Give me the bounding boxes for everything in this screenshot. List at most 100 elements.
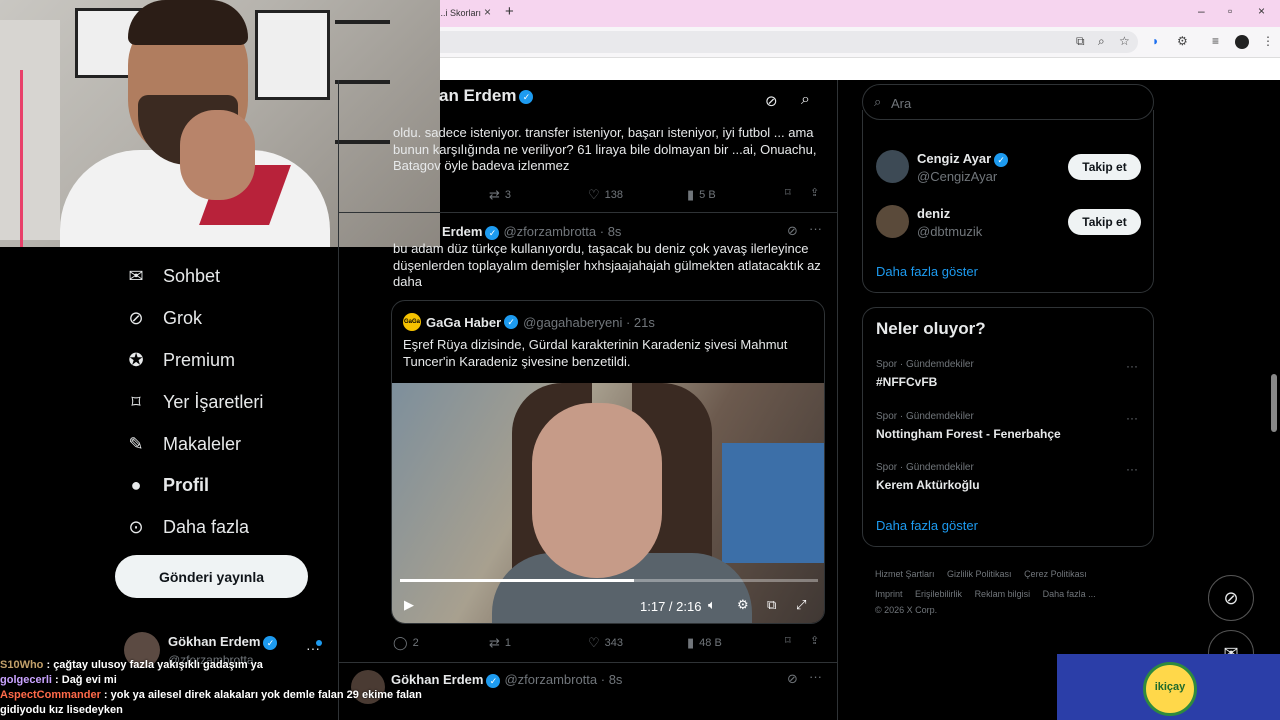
tweet-author[interactable]: Erdem — [442, 224, 482, 239]
puzzle-icon[interactable]: ⚙ — [1177, 34, 1188, 48]
avatar — [876, 205, 909, 238]
follow-suggestion[interactable]: Cengiz Ayar ✓ @CengizAyar Takip et — [876, 150, 1146, 190]
reply-button[interactable]: ◯ 2 — [393, 635, 419, 651]
tab-close-button[interactable]: × — [484, 5, 491, 19]
follow-suggestion[interactable]: deniz @dbtmuzik Takip et — [876, 205, 1146, 245]
trend-item[interactable]: Spor · Gündemdekiler Kerem Aktürkoğlu ··… — [876, 462, 1146, 492]
follow-button[interactable]: Takip et — [1068, 154, 1141, 180]
suggestion-name: Cengiz Ayar ✓ — [917, 151, 1009, 167]
more-icon[interactable]: ··· — [1126, 411, 1138, 425]
tweet-text: bu adam düz türkçe kullanıyordu, taşacak… — [393, 241, 821, 289]
nav-label: Profil — [163, 474, 210, 495]
search-bar[interactable]: ⌕ Ara — [862, 84, 1154, 120]
notification-dot — [316, 640, 322, 646]
grok-icon[interactable]: ⊘ — [787, 671, 798, 687]
like-button[interactable]: ♡ 138 — [588, 187, 623, 203]
tweet-handle[interactable]: @zforzambrotta · 8s — [503, 224, 621, 239]
video-player[interactable]: ▶ 1:17 / 2:16 🔈︎ ⚙ ⧉ ⤢ — [392, 383, 824, 623]
volume-icon[interactable]: 🔈︎ — [708, 597, 716, 613]
tab-title: ...i Skorları — [438, 8, 482, 18]
video-progress-bar[interactable] — [400, 579, 818, 582]
nav-item-grok[interactable]: ⊘ Grok — [125, 305, 202, 331]
nav-item-articles[interactable]: ✎ Makaleler — [125, 431, 241, 457]
follow-button[interactable]: Takip et — [1068, 209, 1141, 235]
trend-item[interactable]: Spor · Gündemdekiler Nottingham Forest -… — [876, 411, 1146, 441]
share-icon[interactable]: ⇪ — [810, 634, 819, 647]
tweet-header: Erdem ✓ @zforzambrotta · 8s — [442, 224, 621, 240]
nav-label: Premium — [163, 349, 236, 370]
quoted-tweet[interactable]: GaGa GaGa Haber ✓ @gagahaberyeni · 21s Eş… — [391, 300, 825, 624]
avatar — [876, 150, 909, 183]
heart-icon: ♡ — [588, 187, 600, 202]
install-icon[interactable]: ⧉ — [1076, 34, 1085, 49]
retweet-button[interactable]: ⇄ 1 — [489, 635, 511, 651]
nav-label: Grok — [163, 307, 203, 328]
grok-icon[interactable]: ⊘ — [787, 223, 798, 239]
quoted-handle: @gagahaberyeni · 21s — [523, 314, 655, 330]
show-more-link[interactable]: Daha fazla göster — [876, 518, 978, 533]
bookmark-icon[interactable]: ⌑ — [785, 186, 791, 199]
sponsor-logo-box: ikiçay — [1057, 654, 1280, 720]
new-tab-button[interactable]: + — [505, 3, 514, 20]
footer-row: Hizmet Şartları Gizlilik Politikası Çere… — [875, 564, 1155, 584]
retweet-count: 1 — [504, 637, 512, 649]
person-icon: ● — [130, 474, 142, 495]
close-window-button[interactable]: × — [1258, 4, 1265, 18]
extension-icon[interactable]: ◗ — [1152, 34, 1159, 48]
zoom-icon[interactable]: ⌕ — [1098, 34, 1105, 49]
footer-link[interactable]: Imprint — [875, 589, 903, 599]
bookmark-icon[interactable]: ⌑ — [785, 634, 791, 647]
footer-link[interactable]: Reklam bilgisi — [975, 589, 1031, 599]
maximize-button[interactable]: ▫ — [1228, 4, 1232, 18]
sponsor-logo-text: ikiçay — [1154, 681, 1186, 693]
footer-link[interactable]: Gizlilik Politikası — [947, 569, 1012, 579]
settings-icon[interactable]: ⚙ — [737, 597, 749, 613]
suggestion-handle: @dbtmuzik — [917, 224, 983, 239]
media-icon[interactable]: ≡ — [1212, 34, 1219, 48]
pip-icon[interactable]: ⧉ — [767, 597, 776, 613]
like-button[interactable]: ♡ 343 — [588, 635, 623, 651]
omnibox[interactable] — [430, 31, 1138, 53]
fullscreen-icon[interactable]: ⤢ — [796, 597, 806, 613]
views-button[interactable]: ▮ 48 B — [687, 635, 722, 651]
account-name-text: Gökhan Erdem — [168, 634, 261, 649]
more-icon[interactable]: ··· — [1126, 359, 1138, 373]
footer-link[interactable]: Daha fazla ... — [1043, 589, 1096, 599]
footer-link[interactable]: Erişilebilirlik — [915, 589, 962, 599]
footer-link[interactable]: Çerez Politikası — [1024, 569, 1087, 579]
retweet-button[interactable]: ⇄ 3 — [489, 187, 511, 203]
trend-item[interactable]: Spor · Gündemdekiler #NFFCvFB ··· — [876, 359, 1146, 389]
views-button[interactable]: ▮ 5 B — [687, 187, 716, 203]
more-icon[interactable]: ··· — [809, 669, 822, 684]
nav-item-bookmarks[interactable]: ⌑ Yer İşaretleri — [125, 389, 263, 415]
post-button[interactable]: Gönderi yayınla — [115, 555, 308, 598]
play-icon[interactable]: ▶ — [404, 597, 414, 613]
search-placeholder: Ara — [891, 96, 912, 111]
scrollbar[interactable] — [1271, 374, 1277, 432]
search-icon: ⌕ — [874, 94, 882, 109]
grok-icon[interactable]: ⊘ — [765, 92, 778, 110]
more-icon[interactable]: ··· — [1126, 462, 1138, 476]
tweet-handle[interactable]: @zforzambrotta · 8s — [504, 672, 622, 687]
bookmark-icon: ⌑ — [131, 391, 141, 412]
profile-avatar[interactable] — [1235, 35, 1249, 49]
nav-item-profile[interactable]: ● Profil — [125, 472, 209, 498]
nav-item-more[interactable]: ⊙ Daha fazla — [125, 514, 249, 540]
page-title-text: an Erdem — [439, 86, 517, 105]
search-icon[interactable]: ⌕ — [801, 91, 810, 109]
nav-item-premium[interactable]: ✪ Premium — [125, 347, 235, 373]
grok-icon: ⊘ — [1223, 587, 1239, 608]
more-icon[interactable]: ··· — [809, 221, 822, 236]
menu-icon[interactable]: ⋮ — [1262, 34, 1274, 48]
minimize-button[interactable]: – — [1198, 4, 1205, 18]
star-icon[interactable]: ☆ — [1119, 34, 1130, 48]
footer-link[interactable]: Hizmet Şartları — [875, 569, 935, 579]
show-more-link[interactable]: Daha fazla göster — [876, 264, 978, 279]
nav-item-chat[interactable]: ✉ Sohbet — [125, 263, 220, 289]
share-icon[interactable]: ⇪ — [810, 186, 819, 199]
trend-title: #NFFCvFB — [876, 375, 938, 389]
grok-fab[interactable]: ⊘ — [1208, 575, 1254, 621]
wall-frame — [255, 10, 330, 100]
person-hand — [180, 110, 255, 200]
who-to-follow-panel: Cengiz Ayar ✓ @CengizAyar Takip et deniz … — [862, 110, 1154, 293]
